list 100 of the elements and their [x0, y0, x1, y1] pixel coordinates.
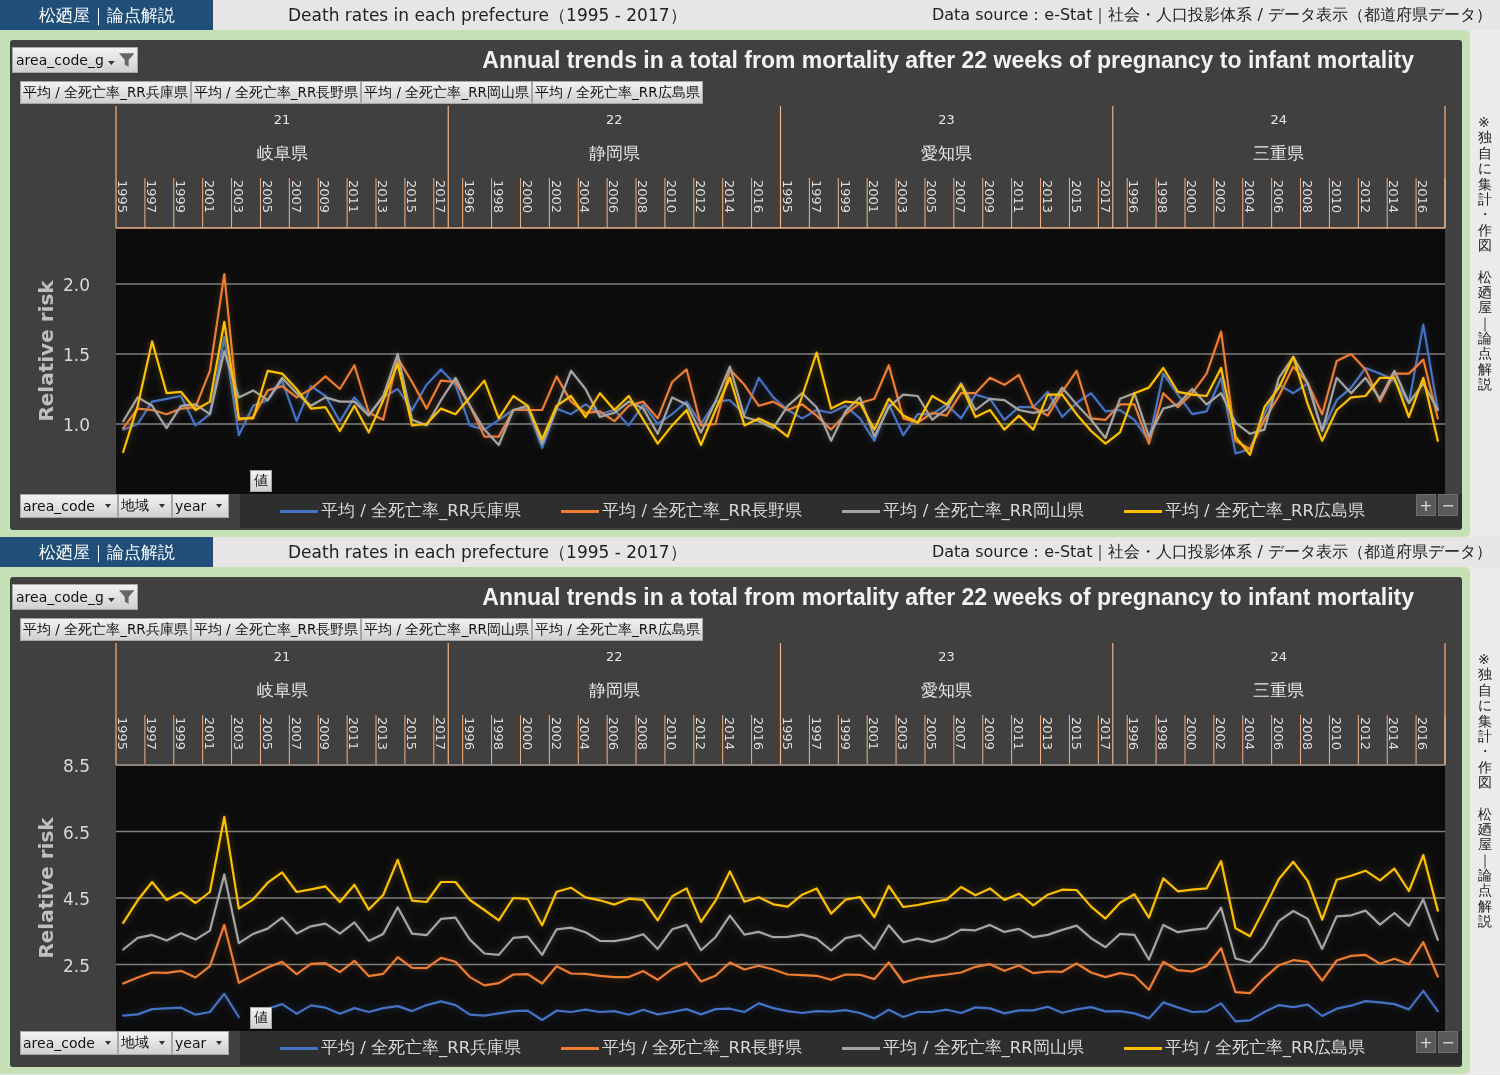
year-label: 2010	[1328, 180, 1344, 214]
year-label: 2010	[664, 180, 680, 214]
value-field-button[interactable]: 平均 / 全死亡率_RR広島県	[531, 618, 703, 641]
caret-icon	[105, 504, 111, 508]
year-label: 2001	[201, 180, 217, 214]
value-field-button[interactable]: 平均 / 全死亡率_RR兵庫県	[20, 618, 191, 641]
y-axis-title: Relative risk	[34, 280, 58, 422]
legend-label: 平均 / 全死亡率_RR兵庫県	[321, 1037, 522, 1059]
legend-label: 平均 / 全死亡率_RR長野県	[602, 1037, 803, 1059]
legend-label: 平均 / 全死亡率_RR広島県	[1164, 500, 1365, 522]
year-label: 1996	[461, 180, 477, 214]
year-label: 2007	[953, 180, 969, 214]
year-label: 2013	[375, 717, 391, 751]
filter-icon	[118, 52, 134, 68]
legend-label: 平均 / 全死亡率_RR岡山県	[883, 1037, 1084, 1059]
value-field-button[interactable]: 平均 / 全死亡率_RR岡山県	[361, 618, 532, 641]
year-label: 2005	[924, 717, 940, 751]
year-label: 2000	[1184, 180, 1200, 214]
side-note: 松廼屋｜論点解説	[1478, 806, 1492, 930]
year-label: 2005	[924, 180, 940, 214]
group-name: 三重県	[1253, 680, 1305, 700]
year-label: 2009	[317, 180, 333, 214]
side-note: ※独自に集計・作図	[1478, 652, 1492, 791]
filter-field-button[interactable]: area_code_g	[12, 584, 138, 610]
group-code: 24	[1270, 649, 1288, 664]
axis-field-button[interactable]: area_code	[20, 494, 118, 518]
year-label: 2009	[981, 717, 997, 751]
year-label: 1998	[1155, 717, 1171, 751]
zoom-button[interactable]: −	[1438, 494, 1458, 516]
group-name: 岐阜県	[256, 680, 308, 700]
year-label: 2008	[635, 180, 651, 214]
year-label: 2007	[953, 717, 969, 751]
y-tick-label: 1.0	[62, 415, 90, 435]
axis-field-button[interactable]: 地域	[118, 1031, 172, 1055]
year-label: 2004	[577, 180, 593, 214]
year-label: 2003	[895, 717, 911, 751]
year-label: 2002	[1213, 180, 1229, 214]
year-label: 2003	[230, 717, 246, 751]
group-name: 静岡県	[588, 680, 640, 700]
year-label: 2013	[375, 180, 391, 214]
year-label: 2016	[750, 180, 766, 214]
y-tick-label: 8.5	[62, 756, 90, 776]
axis-field-button[interactable]: area_code	[20, 1031, 118, 1055]
caret-icon	[107, 598, 115, 602]
value-field-button[interactable]: 平均 / 全死亡率_RR広島県	[531, 81, 703, 104]
chart-title: Annual trends in a total from mortality after 22 weeks of pregnancy to infant mortality	[482, 46, 1415, 74]
year-label: 2006	[1270, 717, 1286, 751]
year-label: 2000	[519, 717, 535, 751]
value-field-button[interactable]: 平均 / 全死亡率_RR兵庫県	[20, 81, 191, 104]
group-name: 岐阜県	[256, 143, 308, 163]
year-label: 2013	[1039, 717, 1055, 751]
group-code: 23	[938, 112, 955, 127]
axis-field-button[interactable]: year	[172, 1031, 230, 1055]
zoom-button[interactable]: +	[1416, 1031, 1436, 1053]
year-label: 2016	[750, 717, 766, 751]
year-label: 2011	[1010, 180, 1026, 214]
year-label: 1998	[490, 180, 506, 214]
year-label: 1995	[779, 717, 795, 751]
year-label: 2012	[1357, 717, 1373, 751]
year-label: 2011	[1010, 717, 1026, 751]
y-tick-label: 4.5	[62, 889, 90, 909]
group-code: 21	[273, 112, 291, 127]
legend-label: 平均 / 全死亡率_RR兵庫県	[321, 500, 522, 522]
side-note: ※独自に集計・作図	[1478, 115, 1492, 254]
caret-icon	[216, 504, 223, 508]
year-label: 2008	[1299, 717, 1315, 751]
brand-label: 松廼屋｜論点解説	[0, 537, 213, 567]
caret-icon	[159, 1041, 165, 1045]
year-label: 1997	[808, 717, 824, 751]
year-label: 2014	[1386, 180, 1402, 214]
group-name: 愛知県	[921, 143, 973, 163]
year-label: 2016	[1415, 180, 1431, 214]
zoom-button[interactable]: +	[1416, 494, 1436, 516]
axis-field-button[interactable]: year	[172, 494, 230, 518]
caret-icon	[107, 61, 115, 65]
filter-field-button[interactable]: area_code_g	[12, 47, 138, 73]
year-label: 1995	[115, 717, 131, 751]
year-label: 1996	[461, 717, 477, 751]
year-label: 2004	[1242, 180, 1257, 214]
axis-field-button[interactable]: 地域	[118, 494, 172, 518]
year-label: 2004	[577, 717, 593, 751]
year-label: 1995	[779, 180, 795, 214]
values-button[interactable]: 値	[250, 1007, 272, 1029]
page-title: Death rates in each prefecture（1995 - 2017）	[288, 3, 687, 27]
zoom-button[interactable]: −	[1438, 1031, 1458, 1053]
value-field-button[interactable]: 平均 / 全死亡率_RR長野県	[190, 618, 362, 641]
year-label: 1997	[144, 180, 160, 214]
year-label: 2001	[201, 717, 217, 751]
year-label: 2015	[1068, 717, 1084, 751]
year-label: 1998	[490, 717, 506, 751]
year-label: 2015	[404, 717, 420, 751]
group-code: 22	[606, 649, 623, 664]
values-button[interactable]: 値	[250, 470, 272, 492]
year-label: 1997	[144, 717, 160, 751]
value-field-button[interactable]: 平均 / 全死亡率_RR長野県	[190, 81, 362, 104]
group-code: 23	[938, 649, 955, 664]
year-label: 1999	[173, 717, 188, 751]
year-label: 2001	[866, 180, 882, 214]
year-label: 2017	[1097, 180, 1113, 214]
value-field-button[interactable]: 平均 / 全死亡率_RR岡山県	[361, 81, 532, 104]
